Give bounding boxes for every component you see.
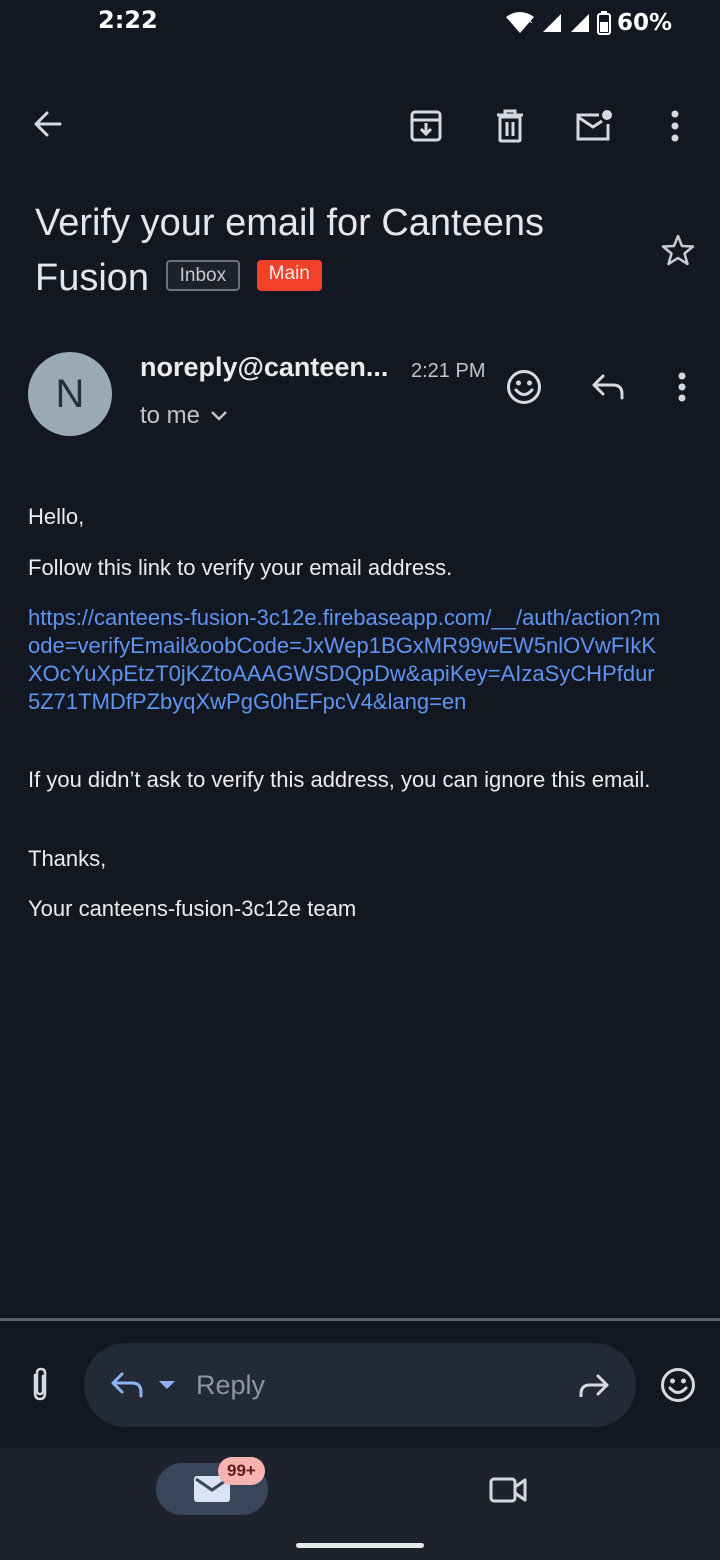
signal-icon	[541, 12, 563, 34]
reply-button[interactable]	[580, 359, 636, 415]
more-options-button[interactable]	[647, 98, 703, 154]
battery-percent: 60%	[616, 10, 672, 36]
signal-icon-2	[569, 12, 591, 34]
emoji-icon	[661, 1368, 695, 1402]
label-chip-inbox[interactable]: Inbox	[165, 260, 241, 292]
reply-icon	[592, 374, 624, 400]
forward-icon[interactable]	[578, 1373, 610, 1397]
reply-mode-icon[interactable]	[110, 1371, 144, 1399]
battery-icon	[596, 11, 611, 35]
email-subject: Verify your email for Canteens Fusion In…	[35, 196, 635, 306]
body-thanks: Thanks,	[28, 846, 107, 871]
more-vert-icon	[678, 372, 686, 402]
divider	[0, 1318, 720, 1321]
mail-unread-badge: 99+	[218, 1457, 265, 1485]
mail-unread-icon	[576, 110, 612, 141]
star-icon	[661, 234, 695, 266]
archive-button[interactable]	[398, 98, 454, 154]
paperclip-icon	[33, 1367, 47, 1401]
home-indicator[interactable]	[296, 1543, 424, 1548]
body-signature: Your canteens-fusion-3c12e team	[28, 896, 357, 921]
sender-name[interactable]: noreply@canteen...	[140, 352, 388, 383]
message-more-button[interactable]	[654, 359, 710, 415]
reply-mode-dropdown-icon[interactable]	[158, 1380, 176, 1390]
label-chip-main[interactable]: Main	[256, 260, 322, 292]
attach-button[interactable]	[12, 1357, 68, 1413]
status-icons: x 60%	[505, 6, 672, 40]
body-ignore-note: If you didn’t ask to verify this address…	[28, 767, 651, 792]
reply-input[interactable]: Reply	[196, 1370, 578, 1401]
video-camera-icon	[489, 1477, 527, 1503]
star-button[interactable]	[650, 222, 706, 278]
delete-button[interactable]	[482, 98, 538, 154]
status-time: 2:22	[98, 6, 158, 34]
body-instruction: Follow this link to verify your email ad…	[28, 555, 453, 580]
verify-link[interactable]: https://canteens-fusion-3c12e.firebaseap…	[28, 604, 664, 716]
emoji-icon	[507, 370, 541, 404]
email-time: 2:21 PM	[411, 360, 486, 382]
reply-box[interactable]: Reply	[84, 1343, 636, 1427]
svg-text:x: x	[527, 16, 533, 26]
trash-icon	[497, 109, 523, 143]
wifi-icon: x	[505, 11, 535, 35]
back-button[interactable]	[20, 96, 76, 152]
nav-meet-tab[interactable]	[480, 1462, 536, 1518]
reply-emoji-button[interactable]	[650, 1357, 706, 1413]
sender-avatar[interactable]: N	[28, 352, 112, 436]
more-vert-icon	[671, 110, 679, 142]
recipient-text: to me	[140, 402, 201, 429]
recipient-details-toggle[interactable]: to me	[140, 402, 228, 430]
mark-unread-button[interactable]	[566, 98, 622, 154]
add-reaction-button[interactable]	[496, 359, 552, 415]
body-greeting: Hello,	[28, 504, 85, 529]
archive-icon	[410, 110, 442, 142]
arrow-left-icon	[34, 111, 62, 137]
chevron-down-icon	[211, 411, 227, 421]
